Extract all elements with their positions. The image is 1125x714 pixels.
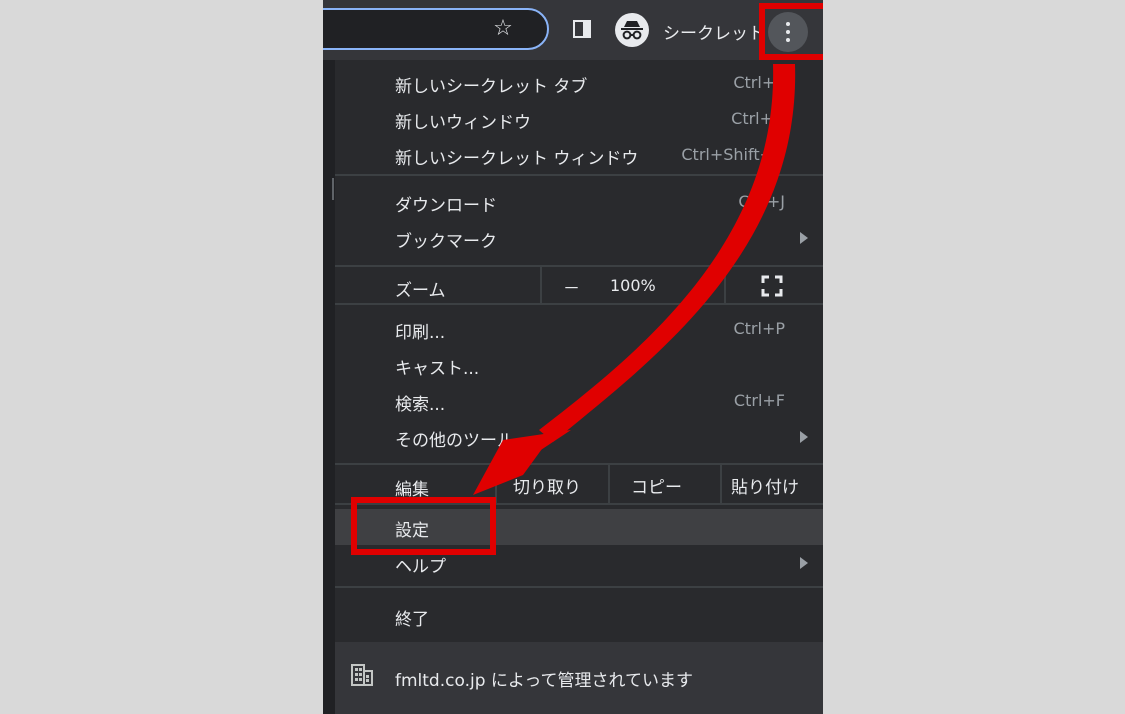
browser-screenshot: ☆ シークレット 新しいシークレット タブ Ctrl+T 新しいウィンドウ Ct… <box>323 0 823 714</box>
annotation-arrow <box>473 64 796 495</box>
